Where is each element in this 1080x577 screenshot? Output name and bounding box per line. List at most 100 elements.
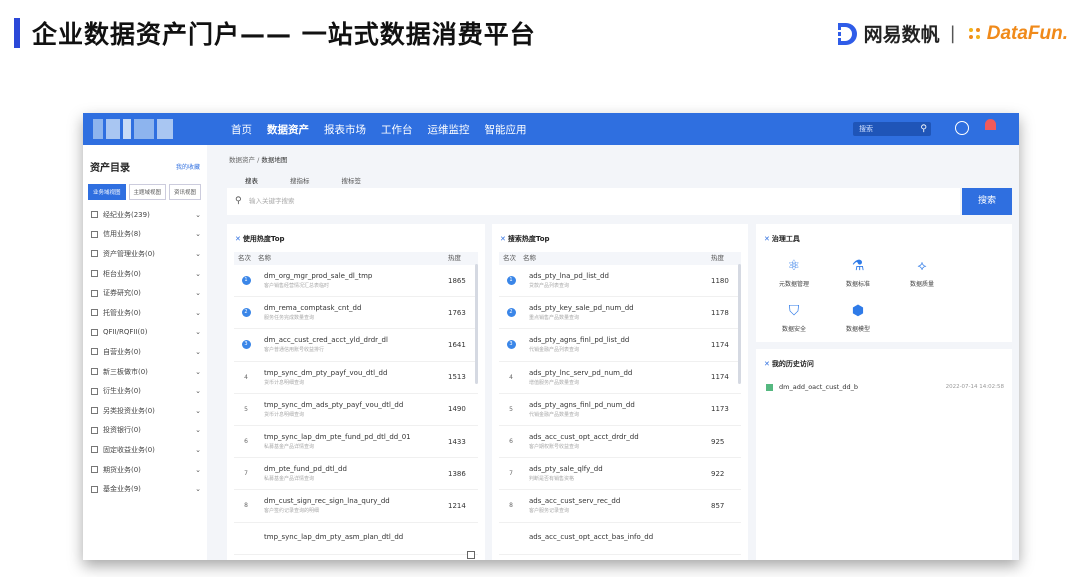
table-row[interactable]: 8 ads_acc_cust_serv_rec_dd 客户服务记录查询 857 xyxy=(499,490,741,523)
table-row[interactable]: 6 tmp_sync_lap_dm_pte_fund_pd_dtl_dd_01 私募… xyxy=(234,426,478,459)
app-logo[interactable] xyxy=(93,119,183,139)
nav-ops-monitor[interactable]: 运维监控 xyxy=(428,122,470,137)
search-button[interactable]: 搜索 xyxy=(962,188,1012,215)
chevron-down-icon[interactable]: ⌄ xyxy=(195,309,201,317)
tool-item[interactable]: ⟡ 数据质量 xyxy=(890,250,954,295)
table-name[interactable]: tmp_sync_lap_dm_pty_asm_plan_dtl_dd xyxy=(264,533,448,541)
table-row[interactable]: 6 ads_acc_cust_opt_acct_drdr_dd 客户期权账号收益查询… xyxy=(499,426,741,459)
main-search-input[interactable]: ⚲ 输入关键字搜索 xyxy=(227,188,960,215)
table-name[interactable]: ads_acc_cust_serv_rec_dd xyxy=(529,497,711,505)
nav-search-input[interactable]: 搜索 ⚲ xyxy=(853,122,931,136)
table-row[interactable]: tmp_sync_lap_dm_pty_asm_plan_dtl_dd xyxy=(234,523,478,555)
sidebar-item[interactable]: 投资银行(0) ⌄ xyxy=(91,421,201,441)
chevron-down-icon[interactable]: ⌄ xyxy=(195,485,201,493)
table-row[interactable]: 7 ads_pty_sale_qlfy_dd 判断是否有销售资格 922 xyxy=(499,458,741,491)
tools-panel-title: 治理工具 xyxy=(771,235,800,243)
sidebar-item[interactable]: 自营业务(0) ⌄ xyxy=(91,342,201,362)
usage-scrollbar[interactable] xyxy=(475,264,478,384)
chevron-down-icon[interactable]: ⌄ xyxy=(195,328,201,336)
table-name[interactable]: ads_pty_sale_qlfy_dd xyxy=(529,465,711,473)
table-name[interactable]: ads_pty_agns_finl_pd_list_dd xyxy=(529,336,711,344)
chevron-down-icon[interactable]: ⌄ xyxy=(195,211,201,219)
sidebar-item[interactable]: QFII/RQFII(0) ⌄ xyxy=(91,323,201,343)
nav-workbench[interactable]: 工作台 xyxy=(381,122,413,137)
nav-data-assets[interactable]: 数据资产 xyxy=(267,122,309,137)
chevron-down-icon[interactable]: ⌄ xyxy=(195,348,201,356)
breadcrumb-root[interactable]: 数据资产 xyxy=(229,156,255,164)
notification-icon[interactable] xyxy=(985,119,996,130)
chevron-down-icon[interactable]: ⌄ xyxy=(195,270,201,278)
chevron-down-icon[interactable]: ⌄ xyxy=(195,446,201,454)
table-name[interactable]: ads_pty_lnc_serv_pd_num_dd xyxy=(529,369,711,377)
sidebar-item[interactable]: 经纪业务(239) ⌄ xyxy=(91,205,201,225)
table-row[interactable]: 8 dm_cust_sign_rec_sign_lna_qury_dd 客户签约记录… xyxy=(234,490,478,523)
sidebar-item[interactable]: 资产管理业务(0) ⌄ xyxy=(91,244,201,264)
table-row[interactable]: 5 tmp_sync_dm_ads_pty_payf_vou_dtl_dd 货币计息… xyxy=(234,394,478,426)
table-name[interactable]: ads_pty_lna_pd_list_dd xyxy=(529,272,711,280)
sidebar-item[interactable]: 衍生业务(0) ⌄ xyxy=(91,381,201,401)
table-name[interactable]: tmp_sync_dm_pty_payf_vou_dtl_dd xyxy=(264,369,448,377)
tab-info-view[interactable]: 资讯视图 xyxy=(169,184,202,200)
table-row[interactable]: 1 dm_org_mgr_prod_sale_dl_tmp 客户销售经营情况汇总表临… xyxy=(234,265,478,298)
chevron-down-icon[interactable]: ⌄ xyxy=(195,426,201,434)
chevron-down-icon[interactable]: ⌄ xyxy=(195,387,201,395)
chevron-down-icon[interactable]: ⌄ xyxy=(195,230,201,238)
sidebar-item[interactable]: 另类投资业务(0) ⌄ xyxy=(91,401,201,421)
table-row[interactable]: 1 ads_pty_lna_pd_list_dd 贷款产品列表查询 1180 xyxy=(499,265,741,298)
user-icon[interactable] xyxy=(955,121,969,135)
tab-subject-domain[interactable]: 主题域视图 xyxy=(128,184,167,200)
table-name[interactable]: dm_rema_comptask_cnt_dd xyxy=(264,304,448,312)
name-cell: dm_acc_cust_cred_acct_yld_drdr_dl 客户普通信用账… xyxy=(258,336,448,353)
nav-report-market[interactable]: 报表市场 xyxy=(324,122,366,137)
table-row[interactable]: 5 ads_pty_agns_finl_pd_num_dd 代销金融产品数量查询 11… xyxy=(499,394,741,426)
table-name[interactable]: dm_pte_fund_pd_dtl_dd xyxy=(264,465,448,473)
sidebar-item[interactable]: 固定收益业务(0) ⌄ xyxy=(91,440,201,460)
history-name[interactable]: dm_add_oact_cust_dd_b xyxy=(779,383,946,391)
table-name[interactable]: ads_pty_agns_finl_pd_num_dd xyxy=(529,401,711,409)
table-row[interactable]: 4 ads_pty_lnc_serv_pd_num_dd 增值服务产品数量查询 117… xyxy=(499,362,741,394)
table-row[interactable]: 4 tmp_sync_dm_pty_payf_vou_dtl_dd 货币计息明细查询… xyxy=(234,362,478,394)
tool-item[interactable]: ⚗ 数据标准 xyxy=(826,250,890,295)
rank-badge: 1 xyxy=(506,276,516,286)
sidebar-item[interactable]: 柜台业务(0) ⌄ xyxy=(91,264,201,284)
my-favorites-link[interactable]: 我的收藏 xyxy=(176,162,200,171)
nav-smart-apps[interactable]: 智能应用 xyxy=(485,122,527,137)
table-row[interactable]: 7 dm_pte_fund_pd_dtl_dd 私募基金产品详情查询 1386 xyxy=(234,458,478,491)
tool-item[interactable]: ⛉ 数据安全 xyxy=(762,295,826,340)
resize-handle[interactable] xyxy=(467,551,475,559)
sidebar-item[interactable]: 期货业务(0) ⌄ xyxy=(91,460,201,480)
table-name[interactable]: ads_pty_key_sale_pd_num_dd xyxy=(529,304,711,312)
table-name[interactable]: tmp_sync_dm_ads_pty_payf_vou_dtl_dd xyxy=(264,401,448,409)
table-name[interactable]: dm_acc_cust_cred_acct_yld_drdr_dl xyxy=(264,336,448,344)
name-cell: ads_pty_sale_qlfy_dd 判断是否有销售资格 xyxy=(523,465,711,482)
sidebar-item[interactable]: 新三板做市(0) ⌄ xyxy=(91,362,201,382)
sidebar-item[interactable]: 证券研究(0) ⌄ xyxy=(91,283,201,303)
table-row[interactable]: 2 dm_rema_comptask_cnt_dd 服务任务完成数量查询 1763 xyxy=(234,297,478,330)
tool-item[interactable]: ⬢ 数据模型 xyxy=(826,295,890,340)
table-row[interactable]: 2 ads_pty_key_sale_pd_num_dd 重点销售产品数量查询 117… xyxy=(499,297,741,330)
table-name[interactable]: tmp_sync_lap_dm_pte_fund_pd_dtl_dd_01 xyxy=(264,433,448,441)
history-item[interactable]: dm_add_oact_cust_dd_b 2022-07-14 14:02:58 xyxy=(756,369,1012,391)
nav-home[interactable]: 首页 xyxy=(231,122,252,137)
table-row[interactable]: 3 ads_pty_agns_finl_pd_list_dd 代销金融产品列表查询 1… xyxy=(499,329,741,362)
search-scrollbar[interactable] xyxy=(738,264,741,384)
chevron-down-icon[interactable]: ⌄ xyxy=(195,466,201,474)
portal-screen: 首页 数据资产 报表市场 工作台 运维监控 智能应用 搜索 ⚲ 资产目录 我的收… xyxy=(83,113,1019,560)
table-row[interactable]: 3 dm_acc_cust_cred_acct_yld_drdr_dl 客户普通信用… xyxy=(234,329,478,362)
table-row[interactable]: ads_acc_cust_opt_acct_bas_info_dd xyxy=(499,523,741,555)
chevron-down-icon[interactable]: ⌄ xyxy=(195,289,201,297)
table-name[interactable]: ads_acc_cust_opt_acct_bas_info_dd xyxy=(529,533,711,541)
sidebar-item[interactable]: 基金业务(9) ⌄ xyxy=(91,479,201,499)
sidebar-item[interactable]: 信用业务(8) ⌄ xyxy=(91,225,201,245)
search-icon[interactable]: ⚲ xyxy=(920,122,927,136)
chevron-down-icon[interactable]: ⌄ xyxy=(195,250,201,258)
tool-item[interactable]: ⚛ 元数据管理 xyxy=(762,250,826,295)
rank-badge: 3 xyxy=(241,340,251,350)
sidebar-item[interactable]: 托管业务(0) ⌄ xyxy=(91,303,201,323)
table-name[interactable]: ads_acc_cust_opt_acct_drdr_dd xyxy=(529,433,711,441)
chevron-down-icon[interactable]: ⌄ xyxy=(195,368,201,376)
tab-business-domain[interactable]: 业务域视图 xyxy=(88,184,126,200)
chevron-down-icon[interactable]: ⌄ xyxy=(195,407,201,415)
table-name[interactable]: dm_cust_sign_rec_sign_lna_qury_dd xyxy=(264,497,448,505)
table-name[interactable]: dm_org_mgr_prod_sale_dl_tmp xyxy=(264,272,448,280)
